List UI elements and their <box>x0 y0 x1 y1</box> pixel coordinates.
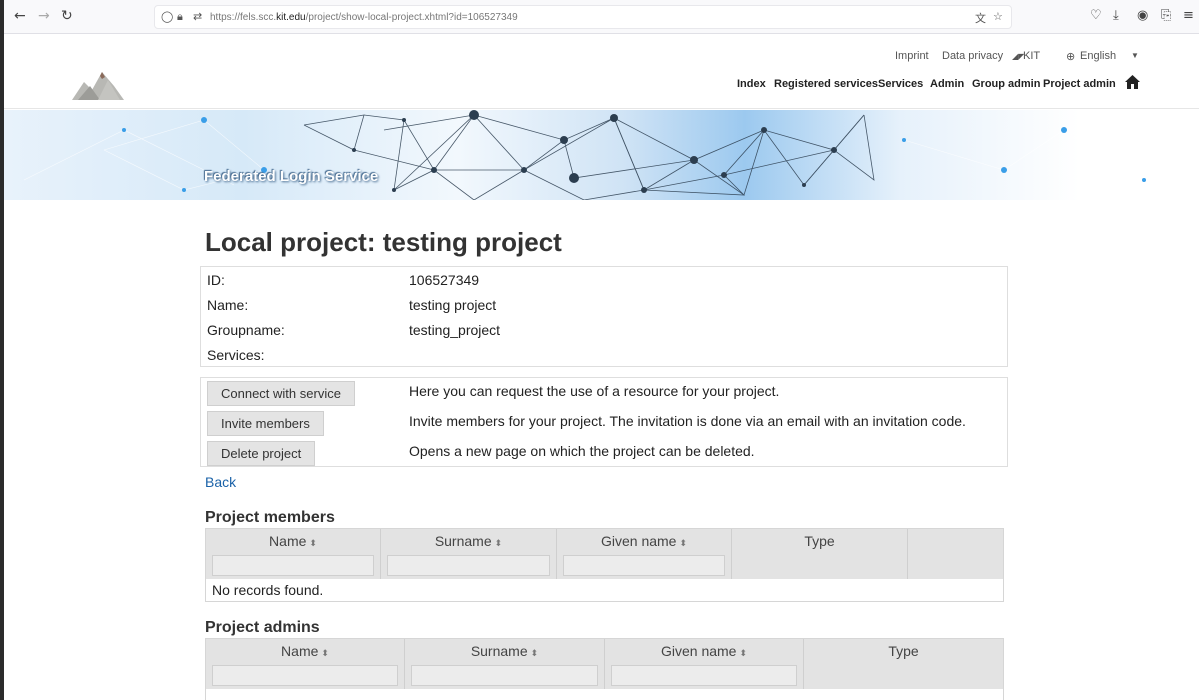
surname-filter-input[interactable] <box>387 555 550 576</box>
column-type-label: Type <box>804 533 835 549</box>
pocket-icon[interactable]: ♡ <box>1090 8 1102 23</box>
translate-icon[interactable]: 文 <box>975 10 986 26</box>
kit-link[interactable]: KIT <box>1023 50 1040 62</box>
nav-index[interactable]: Index <box>737 78 766 90</box>
home-icon[interactable] <box>1125 75 1140 89</box>
invite-members-button[interactable]: Invite members <box>207 411 324 436</box>
project-actions-panel: Connect with service Here you can reques… <box>200 377 1008 467</box>
data-privacy-link[interactable]: Data privacy <box>942 50 1003 62</box>
id-value: 106527349 <box>409 272 480 288</box>
connect-with-service-button[interactable]: Connect with service <box>207 381 355 406</box>
menu-icon[interactable]: ≡ <box>1183 8 1194 23</box>
browser-toolbar: ← → ↻ ◯ 🔒︎ ⇄ https://fels.scc.kit.edu/pr… <box>4 0 1199 34</box>
bookmark-star-icon[interactable]: ☆ <box>993 10 1003 23</box>
site-header: Imprint Data privacy ◢◤ KIT ⊕ English ▼ … <box>4 34 1199 109</box>
forward-arrow-icon[interactable]: → <box>38 8 50 24</box>
groupname-label: Groupname: <box>207 322 285 338</box>
address-bar[interactable]: ◯ 🔒︎ ⇄ https://fels.scc.kit.edu/project/… <box>154 5 1012 29</box>
sort-icon[interactable]: ⬍ <box>531 648 539 658</box>
surname-filter-input[interactable] <box>411 665 598 686</box>
column-type: Type <box>804 639 1003 689</box>
delete-project-button[interactable]: Delete project <box>207 441 316 466</box>
banner: Federated Login Service <box>4 110 1199 200</box>
name-label: Name: <box>207 297 249 313</box>
column-actions <box>908 529 1003 579</box>
column-surname[interactable]: Surname ⬍ <box>405 639 605 689</box>
sort-icon[interactable]: ⬍ <box>495 538 503 548</box>
globe-icon: ⊕ <box>1066 51 1076 63</box>
column-name-label[interactable]: Name <box>269 533 306 549</box>
nav-group-admin[interactable]: Group admin <box>972 78 1040 90</box>
page-title: Local project: testing project <box>205 227 562 257</box>
column-given-name[interactable]: Given name ⬍ <box>557 529 732 579</box>
column-name[interactable]: Name ⬍ <box>206 639 405 689</box>
column-surname[interactable]: Surname ⬍ <box>381 529 557 579</box>
project-members-table: Name ⬍ Surname ⬍ Given name ⬍ Type No recor… <box>205 528 1004 602</box>
download-icon[interactable]: ⤓ <box>1113 8 1119 23</box>
back-link[interactable]: Back <box>205 474 236 490</box>
url-text[interactable]: https://fels.scc.kit.edu/project/show-lo… <box>210 12 518 23</box>
given-name-filter-input[interactable] <box>563 555 725 576</box>
id-label: ID: <box>207 272 225 288</box>
column-name[interactable]: Name ⬍ <box>206 529 381 579</box>
reload-icon[interactable]: ↻ <box>61 8 73 24</box>
account-icon[interactable]: ◉ <box>1137 8 1148 23</box>
language-select[interactable]: English <box>1080 50 1116 62</box>
given-name-filter-input[interactable] <box>611 665 797 686</box>
column-type: Type <box>732 529 908 579</box>
column-name-label[interactable]: Name <box>281 643 318 659</box>
project-admins-table: Name ⬍ Surname ⬍ Given name ⬍ Type <box>205 638 1004 700</box>
shield-icon[interactable]: ◯ <box>161 10 173 23</box>
name-filter-input[interactable] <box>212 665 398 686</box>
invite-members-description: Invite members for your project. The inv… <box>409 413 966 429</box>
sort-icon[interactable]: ⬍ <box>679 538 687 548</box>
column-surname-label[interactable]: Surname <box>471 643 528 659</box>
nav-registered-services[interactable]: Registered services <box>774 78 878 90</box>
imprint-link[interactable]: Imprint <box>895 50 929 62</box>
empty-message: No records found. <box>212 582 324 598</box>
column-given-name-label[interactable]: Given name <box>661 643 736 659</box>
nav-admin[interactable]: Admin <box>930 78 964 90</box>
lock-icon[interactable]: 🔒︎ <box>177 10 183 24</box>
mountain-logo-icon[interactable] <box>72 66 124 100</box>
sort-icon[interactable]: ⬍ <box>309 538 317 548</box>
permissions-icon[interactable]: ⇄ <box>193 10 202 23</box>
table-header: Name ⬍ Surname ⬍ Given name ⬍ Type <box>206 639 1003 689</box>
sort-icon[interactable]: ⬍ <box>739 648 747 658</box>
nav-project-admin[interactable]: Project admin <box>1043 78 1116 90</box>
name-filter-input[interactable] <box>212 555 374 576</box>
network-graphic <box>23 110 1146 200</box>
nav-services[interactable]: Services <box>878 78 923 90</box>
column-type-label: Type <box>888 643 919 659</box>
sort-icon[interactable]: ⬍ <box>321 648 329 658</box>
project-admins-heading: Project admins <box>205 619 320 636</box>
delete-project-description: Opens a new page on which the project ca… <box>409 443 755 459</box>
banner-title: Federated Login Service <box>204 168 379 185</box>
chevron-down-icon[interactable]: ▼ <box>1131 51 1139 60</box>
column-given-name-label[interactable]: Given name <box>601 533 676 549</box>
column-given-name[interactable]: Given name ⬍ <box>605 639 804 689</box>
column-surname-label[interactable]: Surname <box>435 533 492 549</box>
services-label: Services: <box>207 347 265 363</box>
groupname-value: testing_project <box>409 322 501 338</box>
name-value: testing project <box>409 297 497 313</box>
extensions-icon[interactable]: ⎘ <box>1161 8 1171 23</box>
table-header: Name ⬍ Surname ⬍ Given name ⬍ Type <box>206 529 1003 579</box>
project-info-panel: ID: 106527349 Name: testing project Grou… <box>200 266 1008 367</box>
back-arrow-icon[interactable]: ← <box>14 8 26 24</box>
connect-with-service-description: Here you can request the use of a resour… <box>409 383 780 399</box>
project-members-heading: Project members <box>205 509 335 526</box>
